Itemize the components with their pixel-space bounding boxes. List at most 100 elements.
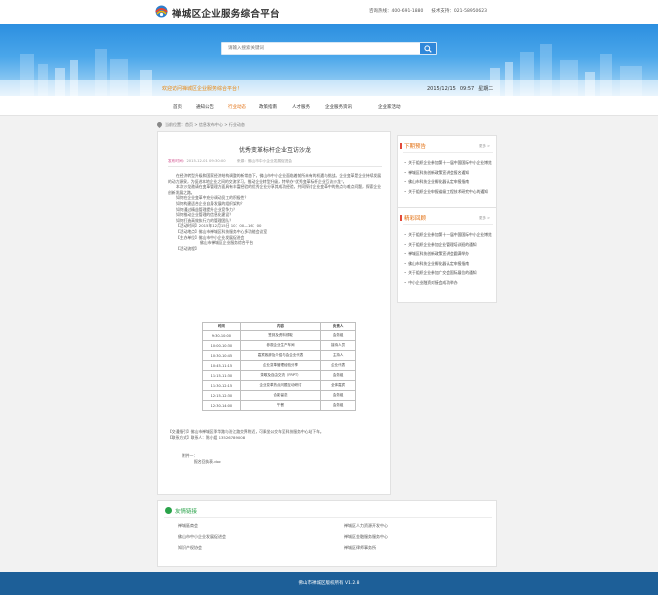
column-header: 时间 (202, 322, 241, 331)
nav-item-policy-guide[interactable]: 政策指南 (259, 104, 277, 110)
table-cell: 企业变革热点问题互动研讨 (239, 380, 322, 391)
welcome-text: 欢迎访问禅城区企业服务综合平台！ (162, 86, 243, 92)
top-header: 禅城区企业服务综合平台 咨询热线：400-691-1880 技术支持：021-58… (0, 0, 658, 24)
breadcrumb-separator: > (194, 122, 198, 127)
breadcrumb-current: 行业动态 (228, 122, 245, 127)
friend-link[interactable]: 禅城区金融服务服务中心 (344, 534, 388, 540)
table-cell: 10:45-11:15 (202, 360, 241, 371)
table-row: 10:00-10:30 参观企业生产车间 接待人员 (202, 340, 356, 351)
nav-item-enterprise-info[interactable]: 企业服务资讯 (325, 104, 352, 110)
table-cell: 合影留念 (239, 390, 322, 401)
list-item[interactable]: 关于组织企业申报省级工程技术研究中心的通知 (404, 187, 492, 197)
event-organizer-value: 佛山市中小企业发展促进会 (198, 234, 245, 240)
search-input[interactable] (222, 43, 420, 54)
friend-link[interactable]: 禅城区人力资源开发中心 (344, 523, 388, 529)
contact-label: 【联系方式】 (168, 435, 191, 440)
copyright-text: 佛山市禅城区版权所有 V1.2.8 (298, 581, 360, 586)
divider (403, 152, 493, 153)
breadcrumb-prefix: 当前位置： (165, 122, 185, 127)
search-box (221, 42, 437, 55)
list-item[interactable]: 关于组织企业参加第十一届中国国际中小企业博览会的通知 (404, 230, 492, 240)
column-header: 负责人 (320, 322, 356, 331)
table-cell: 11:30-12:15 (202, 380, 241, 391)
nav-item-industry-news[interactable]: 行业动态 (228, 104, 246, 110)
article-paragraph: 在经济转型升级和国家经济结构调整的新常态下，佛山市中小企业面临着前所未有的机遇与… (168, 173, 382, 184)
event-flow-label: 【活动流程】 (176, 245, 199, 251)
page-footer: 佛山市禅城区版权所有 V1.2.8 (0, 572, 658, 595)
highlights-more-link[interactable]: 更多 > (479, 216, 490, 221)
main-nav: 首页 通知公告 行业动态 政策指南 人才服务 企业服务资讯 企业家活动 (0, 96, 658, 116)
hotline-text: 咨询热线：400-691-1880 (369, 9, 424, 14)
table-cell: 12:30-14:00 (202, 400, 241, 411)
friend-link[interactable]: 佛山市中小企业发展促进会 (178, 534, 226, 540)
event-place-label: 【活动地点】 (176, 228, 199, 234)
list-item[interactable]: 禅城区科技创新政策宣讲会圆满举办 (404, 249, 492, 259)
site-logo-icon[interactable] (154, 5, 169, 18)
list-item[interactable]: 佛山市科技企业孵化器认定申报指南 (404, 259, 492, 269)
attachment-link[interactable]: 报名回执表.doc (168, 459, 383, 465)
list-item[interactable]: 禅城区科技创新政策宣讲会报名通知 (404, 168, 492, 178)
traffic-label: 【交通指引】 (168, 429, 191, 434)
schedule-table: 时间 内容 负责人 9:30-10:00 签到及资料领取 会务组 10:00-10:… (202, 322, 356, 411)
link-icon (165, 507, 172, 514)
friend-link[interactable]: 禅城区律师事务所 (344, 545, 376, 551)
breadcrumb-home[interactable]: 首页 (185, 122, 193, 127)
table-row: 11:30-12:15 企业变革热点问题互动研讨 全体嘉宾 (202, 380, 356, 391)
highlights-title: 精彩回顾 (399, 215, 427, 222)
table-cell: 会务组 (320, 330, 356, 341)
table-cell: 会务组 (320, 370, 356, 381)
event-time-label: 【活动时间】 (176, 223, 199, 229)
table-cell: 企业代表 (320, 360, 356, 371)
publish-time: 2015-12-01 09:30:00 (186, 159, 226, 163)
table-cell: 企业变革管理经验分享 (239, 360, 322, 371)
table-cell: 签到及资料领取 (239, 330, 322, 341)
highlights-list: 关于组织企业参加第十一届中国国际中小企业博览会的通知 关于组织企业参加企业管理培… (404, 230, 492, 287)
friend-link[interactable]: 禅城區商会 (178, 523, 198, 529)
current-time: 09:57 (459, 86, 475, 92)
list-item[interactable]: 关于组织企业参加企业管理培训班的通知 (404, 240, 492, 250)
current-datetime: 2015/12/15 09:57 星期二 (427, 85, 493, 92)
site-title[interactable]: 禅城区企业服务综合平台 (172, 6, 280, 20)
table-row: 10:45-11:15 企业变革管理经验分享 企业代表 (202, 360, 356, 371)
traffic-text: 佛山市禅城区季华路与汾江路交界附近，可乘坐公交车至科技服务中心站下车。 (190, 429, 324, 434)
list-item[interactable]: 佛山市科技企业孵化器认定申报指南 (404, 177, 492, 187)
location-pin-icon (155, 120, 164, 129)
list-item[interactable]: 关于组织企业参加第十一届中国国际中小企业博览会的通知 (404, 158, 492, 168)
article-footer: 【交通指引】佛山市禅城区季华路与汾江路交界附近，可乘坐公交车至科技服务中心站下车… (168, 429, 383, 465)
nav-item-notices[interactable]: 通知公告 (196, 104, 214, 110)
article-panel: 优秀变革标杆企业互访沙龙 发布时间：2015-12-01 09:30:00 来源… (157, 131, 391, 495)
nav-item-entrepreneur-events[interactable]: 企业家活动 (378, 104, 401, 110)
friend-links-title: 友情链接 (175, 509, 198, 515)
list-item[interactable]: 中小企业融资对接会成功举办 (404, 278, 492, 288)
contact-info: 【联系方式】联系人：陈小姐 13526789008 (168, 435, 383, 441)
breadcrumb-section[interactable]: 信息发布中心 (199, 122, 223, 127)
nav-item-talent-service[interactable]: 人才服务 (292, 104, 310, 110)
highlights-panel: 精彩回顾 更多 > 关于组织企业参加第十一届中国国际中小企业博览会的通知 关于组… (397, 207, 497, 303)
breadcrumb-separator: > (224, 122, 228, 127)
table-cell: 12:15-12:30 (202, 390, 241, 401)
publish-label: 发布时间： (168, 159, 187, 163)
table-cell: 主持人 (320, 350, 356, 361)
nav-item-home[interactable]: 首页 (173, 104, 182, 110)
upcoming-list: 关于组织企业参加第十一届中国国际中小企业博览会的通知 禅城区科技创新政策宣讲会报… (404, 158, 492, 196)
source-label: 来源： (236, 159, 248, 163)
table-cell: 会务组 (320, 400, 356, 411)
friend-links-panel: 友情链接 禅城區商会 禅城区人力资源开发中心 佛山市中小企业发展促进会 禅城区金… (157, 500, 497, 567)
table-cell: 嘉宾致辞及介绍与会企业代表 (239, 350, 322, 361)
divider (403, 224, 493, 225)
article-meta: 发布时间：2015-12-01 09:30:00 来源：佛山市中小企业发展促进会 (168, 159, 292, 164)
table-cell: 午餐 (239, 400, 322, 411)
list-item[interactable]: 关于组织企业参加广交会国际展位的通知 (404, 268, 492, 278)
article-source: 佛山市中小企业发展促进会 (247, 159, 293, 163)
column-header: 内容 (239, 322, 322, 331)
search-button[interactable] (420, 43, 436, 54)
table-cell: 11:15-11:30 (202, 370, 241, 381)
upcoming-more-link[interactable]: 更多 > (479, 144, 490, 149)
event-time-value: 2015年12月15日 10：00—16：00 (198, 223, 262, 229)
friend-link[interactable]: 知识产权协会 (178, 545, 202, 551)
table-cell: 全体嘉宾 (320, 380, 356, 391)
current-weekday: 星期二 (478, 86, 494, 92)
table-cell: 10:30-10:45 (202, 350, 241, 361)
table-header-row: 时间 内容 负责人 (202, 322, 356, 331)
breadcrumb: 当前位置：首页 > 信息发布中心 > 行业动态 (155, 120, 245, 129)
